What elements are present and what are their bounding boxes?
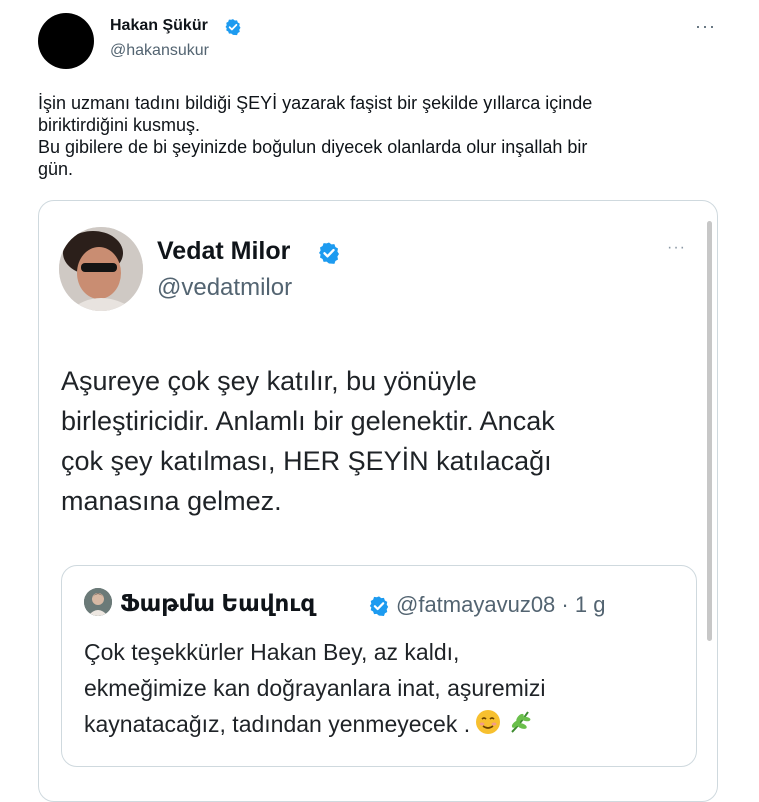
author-handle[interactable]: @hakansukur xyxy=(110,42,209,60)
smiling-face-icon xyxy=(476,710,501,734)
tweet-line: biriktirdiğini kusmuş. xyxy=(38,115,201,135)
attached-image[interactable]: Vedat Milor @vedatmilor ··· Aşureye çok … xyxy=(38,200,718,802)
verified-badge-icon xyxy=(319,242,339,264)
nested-quote-card: Ֆաթմա Եավուզ @fatmayavuz08 · 1 g Çok teş… xyxy=(61,565,697,767)
avatar[interactable] xyxy=(38,13,94,69)
quoted-author-handle: @vedatmilor xyxy=(157,274,293,301)
quoted-line: birleştiricidir. Anlamlı bir gelenektir.… xyxy=(61,406,555,436)
author-name[interactable]: Hakan Şükür xyxy=(110,17,208,35)
nested-avatar xyxy=(84,588,112,616)
tweet-header: Hakan Şükür @hakansukur ··· xyxy=(38,12,728,72)
quoted-tweet-text: Aşureye çok şey katılır, bu yönüyle birl… xyxy=(61,361,701,521)
herb-icon xyxy=(511,711,531,733)
tweet-line: gün. xyxy=(38,159,74,179)
quoted-line: manasına gelmez. xyxy=(61,486,282,516)
quoted-avatar xyxy=(59,227,143,311)
quoted-line: Aşureye çok şey katılır, bu yönüyle xyxy=(61,366,477,396)
quoted-screenshot: Vedat Milor @vedatmilor ··· Aşureye çok … xyxy=(39,201,717,801)
nested-handle-time: @fatmayavuz08 · 1 g xyxy=(396,592,606,617)
tweet-text: İşin uzmanı tadını bildiği ŞEYİ yazarak … xyxy=(38,92,718,180)
quoted-author-name: Vedat Milor xyxy=(157,237,291,265)
nested-line: Çok teşekkürler Hakan Bey, az kaldı, xyxy=(84,639,460,665)
tweet-line: İşin uzmanı tadını bildiği ŞEYİ yazarak … xyxy=(38,93,593,113)
nested-tweet-text: Çok teşekkürler Hakan Bey, az kaldı, ekm… xyxy=(84,634,684,742)
quoted-line: çok şey katılması, HER ŞEYİN katılacağı xyxy=(61,446,552,476)
more-options-icon[interactable]: ··· xyxy=(695,16,716,37)
nested-line: ekmeğimize kan doğrayanlara inat, aşurem… xyxy=(84,675,546,701)
nested-author-name: Ֆաթմա Եավուզ xyxy=(120,590,316,616)
verified-badge-icon xyxy=(225,19,241,36)
more-options-icon: ··· xyxy=(667,239,686,256)
nested-line: kaynatacağız, tadından yenmeyecek . xyxy=(84,711,471,737)
tweet-line: Bu gibilere de bi şeyinizde boğulun diye… xyxy=(38,137,588,157)
nested-line-with-emoji: kaynatacağız, tadından yenmeyecek . xyxy=(84,706,684,742)
scrollbar xyxy=(707,221,712,641)
verified-badge-icon xyxy=(369,596,389,616)
